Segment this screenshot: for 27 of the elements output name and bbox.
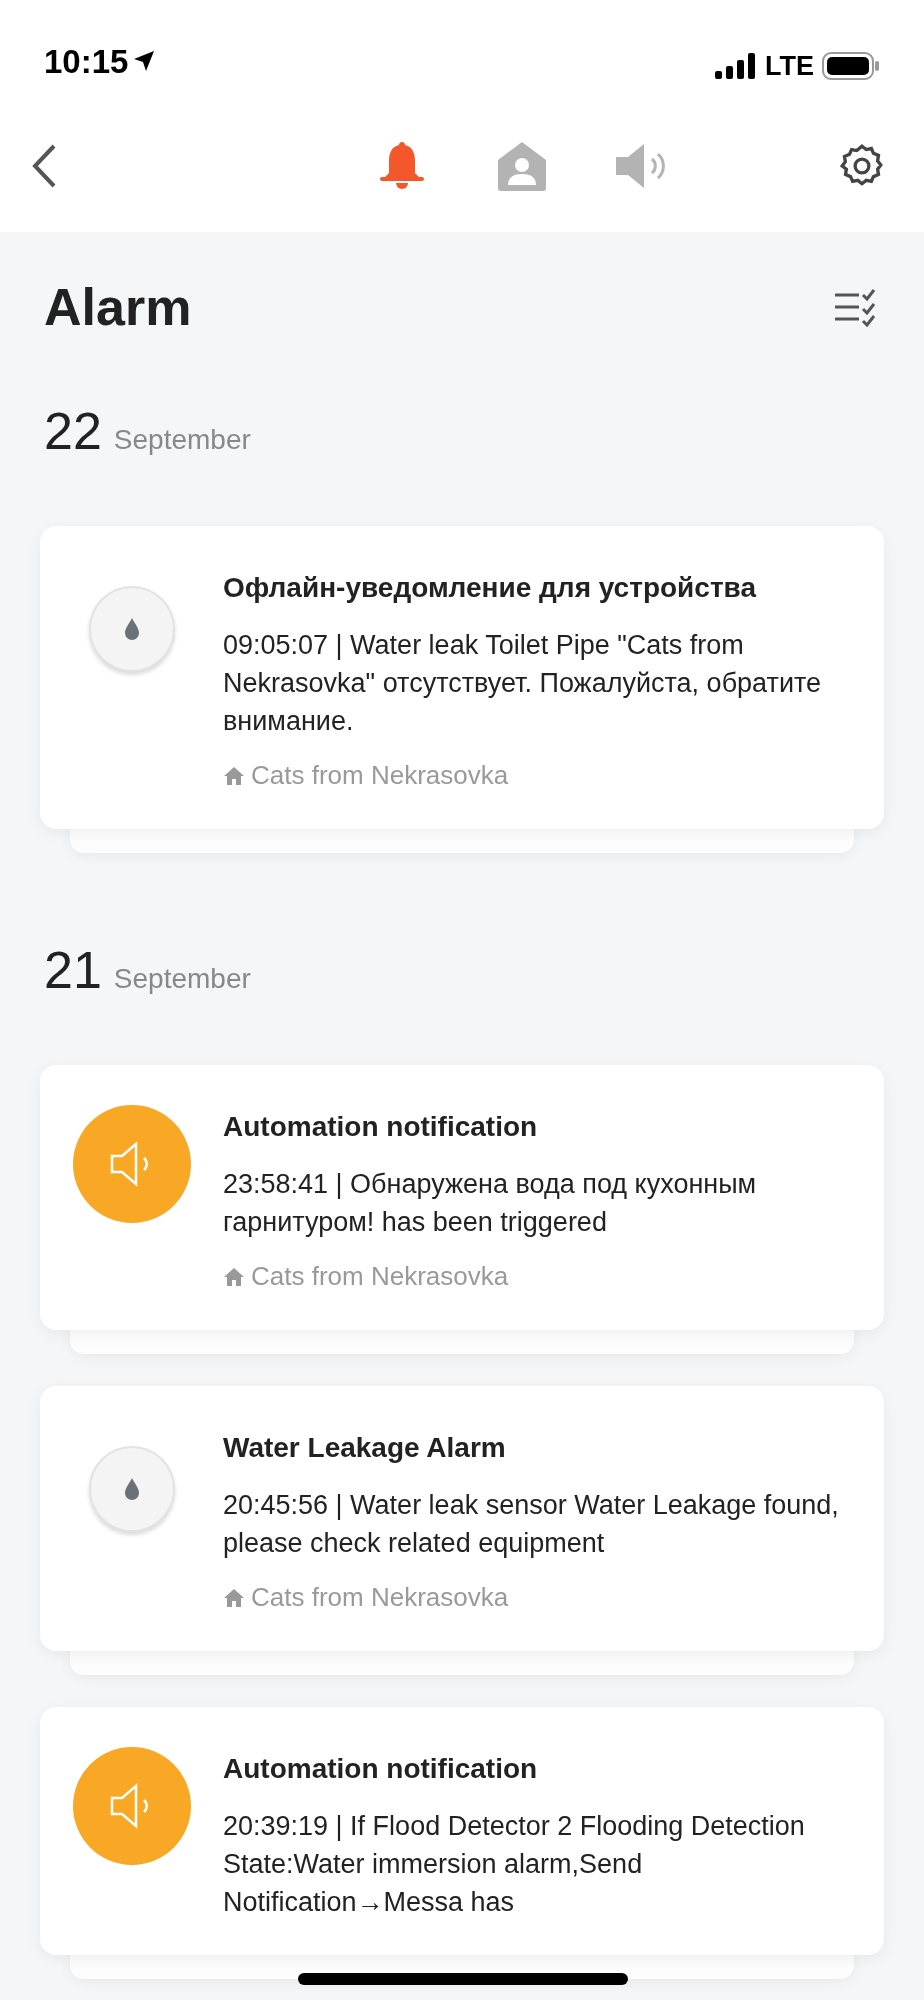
- notification-card[interactable]: Офлайн-уведомление для устройства 09:05:07 | Water leak Toilet Pipe "Cats from Nekrasovka" отсутствует. Пожалуйста, обратите внимание. Cats from Nekrasovka: [40, 526, 884, 829]
- home-name: Cats from Nekrasovka: [251, 1260, 509, 1293]
- notification-card[interactable]: Water Leakage Alarm 20:45:56 | Water leak sensor Water Leakage found, please check related equipment Cats from Nekrasovka: [40, 1386, 884, 1651]
- home-icon: [223, 764, 245, 787]
- home-name: Cats from Nekrasovka: [251, 759, 509, 792]
- signal-icon: [715, 52, 757, 79]
- date-day: 22: [44, 392, 102, 470]
- home-name: Cats from Nekrasovka: [251, 1581, 509, 1614]
- notification-title: Automation notification: [223, 1752, 539, 1786]
- date-month: September: [113, 962, 251, 996]
- date-day: 21: [44, 931, 102, 1009]
- notification-message: 20:39:19 | If Flood Detector 2 Flooding Detection State:Water immersion alarm,Send Notification→Messa has: [223, 1810, 806, 1919]
- notification-title: Automation notification: [223, 1110, 539, 1144]
- notification-title: Water Leakage Alarm: [223, 1431, 507, 1465]
- notification-message: 23:58:41 | Обнаружена вода под кухонным гарнитуром! has been triggered: [223, 1168, 758, 1239]
- battery-icon: [822, 51, 880, 80]
- home-icon: [223, 1265, 245, 1288]
- notification-message: 09:05:07 | Water leak Toilet Pipe "Cats from Nekrasovka" отсутствует. Пожалуйста, обратите внимание.: [223, 629, 823, 738]
- status-time: 10:15: [44, 41, 129, 82]
- network-label: LTE: [765, 49, 814, 83]
- notification-message: 20:45:56 | Water leak sensor Water Leakage found, please check related equipment: [223, 1489, 840, 1560]
- notification-card[interactable]: Automation notification 20:39:19 | If Flood Detector 2 Flooding Detection State:Water immersion alarm,Send Notification→Messa has: [40, 1707, 884, 1955]
- home-icon: [223, 1586, 245, 1609]
- notification-card[interactable]: Automation notification 23:58:41 | Обнаружена вода под кухонным гарнитуром! has been triggered Cats from Nekrasovka: [40, 1065, 884, 1330]
- date-month: September: [113, 423, 251, 457]
- page-title: Alarm: [44, 277, 192, 338]
- notification-title: Офлайн-уведомление для устройства: [223, 571, 758, 605]
